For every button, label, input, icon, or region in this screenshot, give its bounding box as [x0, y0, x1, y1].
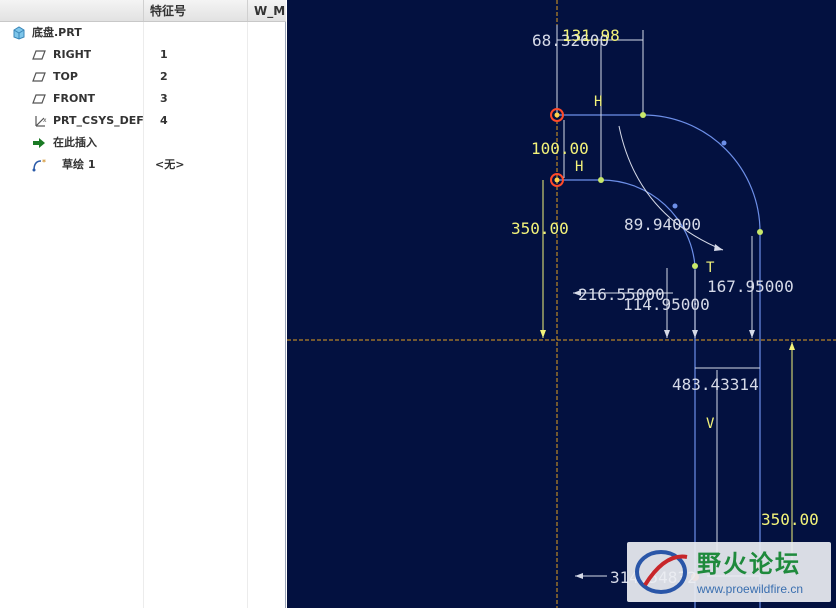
- sketch-drawing: 68.32600 131.98 100.00 350.00 89.94000 2…: [287, 0, 836, 608]
- tree-item-sketch-1[interactable]: * 草绘 1 <无>: [0, 154, 286, 176]
- vertical-constraint-v: V: [706, 416, 715, 432]
- csys-icon: x: [32, 114, 47, 128]
- tree-item-label: RIGHT: [53, 48, 92, 61]
- horizontal-constraint-h1: H: [594, 94, 602, 110]
- dim-350-right[interactable]: 350.00: [761, 510, 819, 529]
- tree-name-column-header[interactable]: [0, 0, 143, 21]
- datum-plane-icon: [32, 48, 46, 62]
- tree-item-right[interactable]: RIGHT 1: [0, 44, 286, 66]
- sketch-canvas[interactable]: 68.32600 131.98 100.00 350.00 89.94000 2…: [287, 0, 836, 608]
- watermark-title: 野火论坛: [697, 550, 801, 578]
- tree-item-insert-here[interactable]: 在此插入: [0, 132, 286, 154]
- feature-id: 1: [160, 48, 168, 61]
- tree-root-label: 底盘.PRT: [32, 26, 82, 39]
- forum-logo-icon: [635, 550, 688, 594]
- dim-100[interactable]: 100.00: [531, 139, 589, 158]
- tree-item-front[interactable]: FRONT 3: [0, 88, 286, 110]
- tree-item-label: PRT_CSYS_DEF: [53, 114, 143, 127]
- watermark-url: www.proewildfire.cn: [697, 582, 804, 596]
- tree-item-label: 草绘 1: [62, 158, 96, 171]
- svg-text:x: x: [43, 117, 47, 124]
- feature-id: 4: [160, 114, 168, 127]
- dim-top-overlap[interactable]: 131.98: [562, 26, 620, 45]
- feature-id: 3: [160, 92, 168, 105]
- strong-dimension-lines: [542, 180, 793, 560]
- pipe-profile[interactable]: [557, 114, 761, 608]
- dim-angle[interactable]: 89.94000: [624, 215, 701, 234]
- feature-id: <无>: [155, 158, 185, 171]
- sketch-vertices[interactable]: [598, 112, 763, 269]
- datum-plane-icon: [32, 92, 46, 106]
- tree-item-label: 在此插入: [53, 136, 97, 149]
- tree-root-part[interactable]: 底盘.PRT: [0, 22, 286, 44]
- horizontal-constraint-h2: H: [575, 159, 583, 175]
- dim-114[interactable]: 114.95000: [623, 295, 710, 314]
- part-cube-icon: [12, 26, 26, 40]
- dim-483[interactable]: 483.43314: [672, 375, 759, 394]
- w-m-column-header[interactable]: W_M: [247, 0, 286, 21]
- feature-id: 2: [160, 70, 168, 83]
- tangent-constraint-t: T: [706, 260, 715, 276]
- tree-item-csys[interactable]: x PRT_CSYS_DEF 4: [0, 110, 286, 132]
- tree-item-label: FRONT: [53, 92, 96, 105]
- insert-arrow-icon: [32, 136, 46, 150]
- tree-item-top[interactable]: TOP 2: [0, 66, 286, 88]
- dim-167[interactable]: 167.95000: [707, 277, 794, 296]
- feature-id-column-header[interactable]: 特征号: [143, 0, 247, 21]
- sketch-icon: *: [32, 158, 46, 172]
- model-tree-panel: 特征号 W_M 底盘.PRT RIGHT 1 TOP 2 FRONT 3 x P…: [0, 0, 286, 608]
- tree-column-header: 特征号 W_M: [0, 0, 286, 22]
- datum-plane-icon: [32, 70, 46, 84]
- dim-350-left[interactable]: 350.00: [511, 219, 569, 238]
- tree-item-label: TOP: [53, 70, 78, 83]
- forum-watermark: 野火论坛 www.proewildfire.cn: [627, 542, 831, 602]
- svg-text:*: *: [42, 158, 46, 167]
